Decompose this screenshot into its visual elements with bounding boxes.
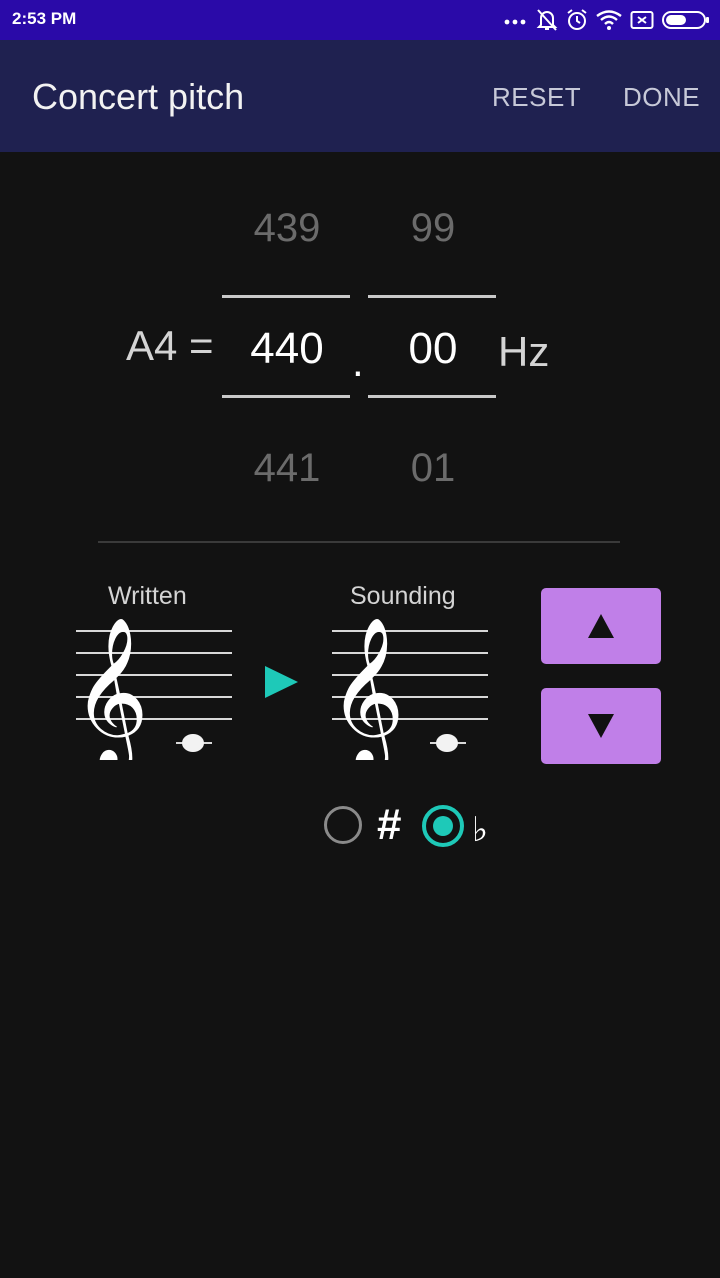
status-time: 2:53 PM [12,9,77,28]
written-note [182,734,204,752]
decimal-point: . [352,338,364,385]
integer-top-divider [222,295,350,298]
wifi-icon [596,10,622,30]
fraction-top-divider [368,295,496,298]
sim-icon [630,10,654,30]
app-bar: Concert pitch RESET DONE [0,40,720,152]
fraction-prev-value[interactable]: 99 [368,206,498,251]
fraction-next-value[interactable]: 01 [368,446,498,491]
status-bar: 2:53 PM [0,0,720,40]
bell-off-icon [536,8,558,32]
more-icon [504,15,528,25]
unit-label: Hz [498,328,550,375]
triangle-down-icon [588,714,614,738]
section-divider [98,541,620,543]
sounding-note [436,734,458,752]
integer-next-value[interactable]: 441 [222,446,352,491]
flat-radio[interactable] [422,805,464,847]
flat-radio-dot [433,816,453,836]
fraction-current-value[interactable]: 00 [368,324,498,374]
flat-label: ♭ [472,811,489,849]
page-title: Concert pitch [32,76,245,117]
integer-current-value[interactable]: 440 [222,324,352,374]
fraction-bottom-divider [368,395,496,398]
integer-bottom-divider [222,395,350,398]
battery-icon [662,10,710,30]
integer-prev-value[interactable]: 439 [222,206,352,251]
written-staff: 𝄞 [72,615,232,760]
transpose-up-button[interactable] [541,588,661,664]
status-icons [504,6,710,34]
sharp-label: # [377,800,402,849]
note-label: A4 = [126,322,214,369]
treble-clef-icon: 𝄞 [72,615,149,760]
treble-clef-icon: 𝄞 [328,615,405,760]
transpose-down-button[interactable] [541,688,661,764]
play-arrow-icon [265,666,298,698]
sharp-radio[interactable] [324,806,362,844]
done-button[interactable]: DONE [623,82,700,113]
sounding-staff: 𝄞 [328,615,488,760]
alarm-icon [566,8,588,32]
triangle-up-icon [588,614,614,638]
reset-button[interactable]: RESET [492,82,581,113]
